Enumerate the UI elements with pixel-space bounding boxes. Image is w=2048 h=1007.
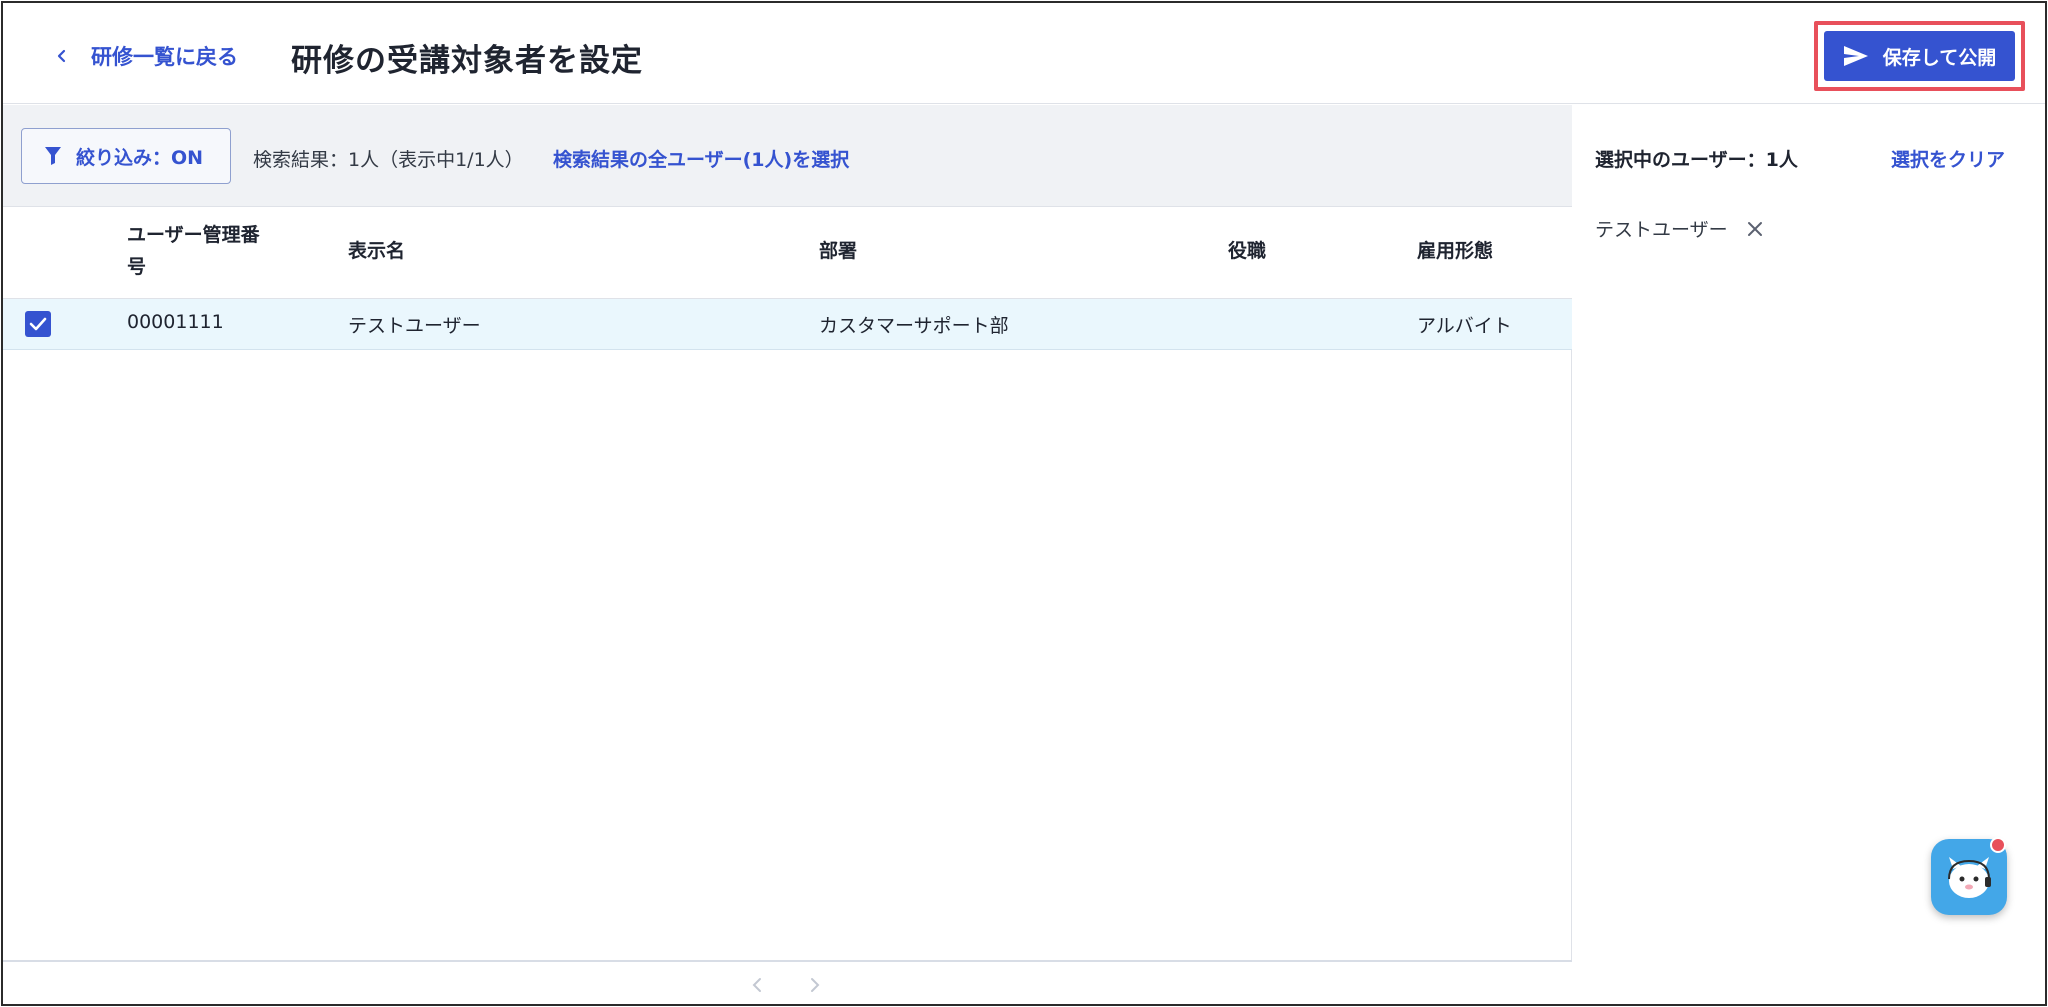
send-icon bbox=[1843, 46, 1868, 66]
column-header-user-id: ユーザー管理番 号 bbox=[127, 224, 260, 278]
clear-selection-link[interactable]: 選択をクリア bbox=[1891, 145, 2005, 172]
notification-badge bbox=[1990, 837, 2006, 853]
publish-button-label: 保存して公開 bbox=[1882, 46, 1997, 69]
cell-user-id: 00001111 bbox=[127, 311, 224, 333]
close-icon[interactable] bbox=[1746, 220, 1764, 238]
selected-user-count: 選択中のユーザー：1人 bbox=[1595, 149, 1798, 171]
filter-button[interactable]: 絞り込み：ON bbox=[21, 128, 231, 184]
search-toolbar: 絞り込み：ON 検索結果：1人（表示中1/1人） 検索結果の全ユーザー(1人)を… bbox=[3, 105, 1572, 207]
scroll-left-icon[interactable] bbox=[749, 976, 767, 994]
app-window: 研修一覧に戻る 研修の受講対象者を設定 保存して公開 絞り込み：ON 検索結果：… bbox=[1, 1, 2047, 1006]
column-header-display-name: 表示名 bbox=[348, 240, 406, 262]
column-header-employment-type: 雇用形態 bbox=[1417, 240, 1494, 262]
selected-user-chip-label: テストユーザー bbox=[1595, 219, 1728, 241]
cell-department: カスタマーサポート部 bbox=[819, 315, 1009, 337]
filter-icon bbox=[45, 147, 61, 165]
column-header-position: 役職 bbox=[1228, 240, 1267, 262]
scroll-right-icon[interactable] bbox=[805, 976, 823, 994]
cell-employment-type: アルバイト bbox=[1417, 315, 1512, 337]
select-all-results-link[interactable]: 検索結果の全ユーザー(1人)を選択 bbox=[553, 145, 849, 172]
table-row[interactable]: 00001111 テストユーザー カスタマーサポート部 アルバイト bbox=[3, 299, 1572, 350]
page-header: 研修一覧に戻る 研修の受講対象者を設定 保存して公開 bbox=[3, 3, 2045, 104]
filter-button-label: 絞り込み：ON bbox=[76, 146, 204, 169]
table-scroll-bar bbox=[3, 960, 1572, 1004]
check-icon bbox=[29, 317, 47, 331]
user-table: ユーザー管理番 号 表示名 部署 役職 雇用形態 00001111 テストユーザ… bbox=[3, 207, 1572, 350]
page-title: 研修の受講対象者を設定 bbox=[291, 43, 643, 79]
table-header: ユーザー管理番 号 表示名 部署 役職 雇用形態 bbox=[3, 207, 1572, 299]
back-to-list-link[interactable]: 研修一覧に戻る bbox=[55, 41, 238, 71]
cell-display-name: テストユーザー bbox=[348, 315, 481, 337]
selected-user-chip: テストユーザー bbox=[1595, 215, 1764, 242]
back-link-label: 研修一覧に戻る bbox=[91, 45, 238, 69]
main-panel: 絞り込み：ON 検索結果：1人（表示中1/1人） 検索結果の全ユーザー(1人)を… bbox=[3, 105, 1572, 1004]
chevron-left-icon bbox=[55, 49, 69, 63]
column-header-department: 部署 bbox=[819, 240, 858, 262]
save-and-publish-button[interactable]: 保存して公開 bbox=[1824, 31, 2015, 81]
search-result-count: 検索結果：1人（表示中1/1人） bbox=[253, 149, 524, 171]
row-checkbox[interactable] bbox=[25, 311, 51, 337]
